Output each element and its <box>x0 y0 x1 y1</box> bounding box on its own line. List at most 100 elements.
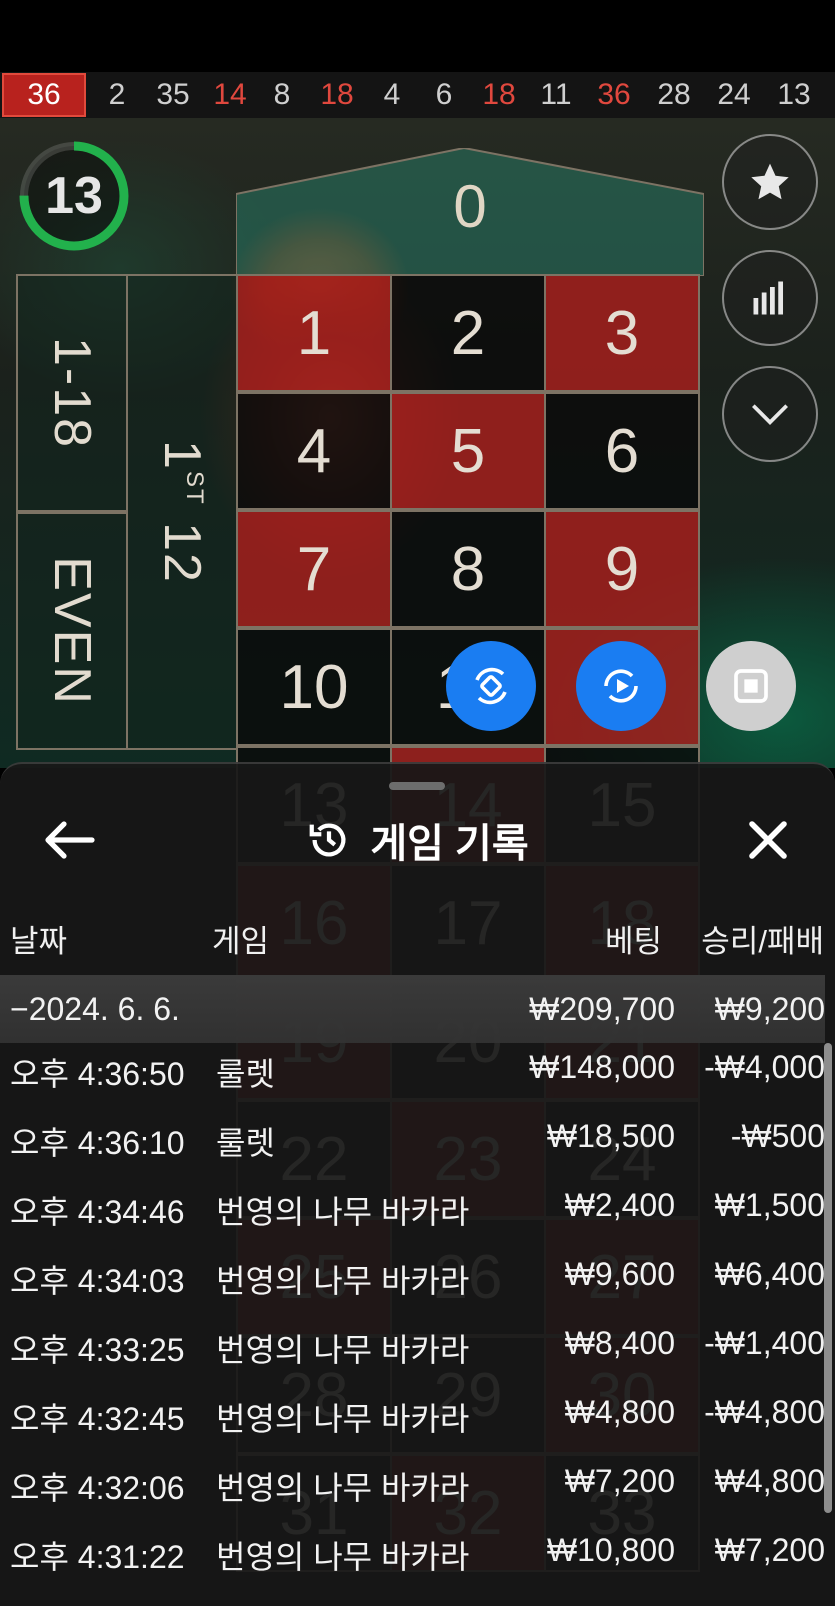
row-bet: ₩18,500 <box>546 1118 675 1154</box>
row-result: -₩4,800 <box>704 1394 825 1430</box>
row-time: 오후 4:34:03 <box>10 1263 185 1299</box>
zero-label: 0 <box>453 173 487 240</box>
column-header-result: 승리/패배 <box>701 924 824 959</box>
row-bet: ₩9,600 <box>564 1256 675 1292</box>
history-number: 8 <box>273 78 291 111</box>
row-result: ₩6,400 <box>714 1256 825 1292</box>
bet-even[interactable]: EVEN <box>16 512 128 750</box>
row-time: 오후 4:36:50 <box>10 1056 185 1092</box>
row-bet: ₩10,800 <box>546 1532 675 1568</box>
history-number: 18 <box>482 78 516 111</box>
date-group-bet: ₩209,700 <box>529 991 675 1027</box>
row-game: 번영의 나무 바카라 <box>216 1332 470 1368</box>
replay-button[interactable] <box>576 641 666 731</box>
row-game: 룰렛 <box>216 1125 275 1161</box>
row-bet: ₩7,200 <box>564 1463 675 1499</box>
collapse-button[interactable] <box>722 366 818 462</box>
date-group-label: −2024. 6. 6. <box>10 991 180 1027</box>
bet-number-label: 8 <box>450 534 486 604</box>
scrollbar[interactable] <box>824 1043 832 1513</box>
history-number: 11 <box>540 78 572 111</box>
autoplay-icon <box>475 667 507 705</box>
row-game: 번영의 나무 바카라 <box>216 1194 470 1230</box>
row-bet: ₩2,400 <box>564 1187 675 1223</box>
history-number: 36 <box>597 78 631 111</box>
bet-number-3[interactable]: 3 <box>544 274 700 392</box>
row-time: 오후 4:36:10 <box>10 1125 185 1161</box>
favorites-button[interactable] <box>722 134 818 230</box>
history-number: 6 <box>435 78 453 111</box>
row-bet: ₩4,800 <box>564 1394 675 1430</box>
bet-number-label: 4 <box>296 416 332 486</box>
bet-number-7[interactable]: 7 <box>236 510 392 628</box>
bet-1-18[interactable]: 1-18 <box>16 274 128 512</box>
bet-number-4[interactable]: 4 <box>236 392 392 510</box>
history-number: 18 <box>320 78 354 111</box>
column-header-date: 날짜 <box>10 924 68 959</box>
history-number: 28 <box>657 78 691 111</box>
row-result: ₩1,500 <box>714 1187 825 1223</box>
row-result: -₩1,400 <box>704 1325 825 1361</box>
status-bar-area <box>0 0 835 72</box>
row-game: 룰렛 <box>216 1056 275 1092</box>
row-game: 번영의 나무 바카라 <box>216 1539 470 1575</box>
bet-number-label: 3 <box>604 298 640 368</box>
bet-number-label: 5 <box>450 416 486 486</box>
row-result: ₩7,200 <box>714 1532 825 1568</box>
row-time: 오후 4:32:45 <box>10 1401 185 1437</box>
history-number: 13 <box>777 78 811 111</box>
row-time: 오후 4:32:06 <box>10 1470 185 1506</box>
history-number: 24 <box>717 78 751 111</box>
bet-number-9[interactable]: 9 <box>544 510 700 628</box>
close-button[interactable] <box>744 816 792 864</box>
autoplay-button[interactable] <box>446 641 536 731</box>
row-game: 번영의 나무 바카라 <box>216 1470 470 1506</box>
countdown-timer-value: 13 <box>45 167 103 225</box>
bet-number-label: 1 <box>296 298 332 368</box>
chevron-down-icon <box>752 404 788 425</box>
bet-first-dozen[interactable]: 1ST 12 <box>126 274 238 750</box>
star-icon <box>751 163 789 200</box>
result-history-strip: 36 2 35 14 8 18 4 6 18 11 36 28 24 13 <box>0 72 835 118</box>
stop-button[interactable] <box>706 641 796 731</box>
date-group-result: ₩9,200 <box>714 991 825 1027</box>
bet-even-label: EVEN <box>43 556 102 706</box>
history-number: 4 <box>383 78 401 111</box>
row-bet: ₩148,000 <box>529 1049 675 1085</box>
row-time: 오후 4:31:22 <box>10 1539 185 1575</box>
sheet-header: 게임 기록 <box>0 812 835 868</box>
sheet-drag-handle[interactable] <box>389 782 445 790</box>
row-game: 번영의 나무 바카라 <box>216 1263 470 1299</box>
column-header-bet: 베팅 <box>604 924 662 959</box>
bet-number-6[interactable]: 6 <box>544 392 700 510</box>
history-number: 14 <box>213 78 247 111</box>
bet-number-label: 9 <box>604 534 640 604</box>
bet-first-dozen-label: 1ST 12 <box>153 440 212 584</box>
row-bet: ₩8,400 <box>564 1325 675 1361</box>
close-icon <box>749 821 787 859</box>
column-header-game: 게임 <box>212 924 270 959</box>
date-group-row[interactable]: −2024. 6. 6. ₩209,700 ₩9,200 <box>0 975 825 1043</box>
bet-number-10[interactable]: 10 <box>236 628 392 746</box>
statistics-button[interactable] <box>722 250 818 346</box>
stop-icon <box>734 669 768 703</box>
row-time: 오후 4:34:46 <box>10 1194 185 1230</box>
bet-number-label: 7 <box>296 534 332 604</box>
history-number: 35 <box>156 78 190 111</box>
history-icon <box>309 823 346 857</box>
bet-1-18-label: 1-18 <box>43 336 102 450</box>
bet-number-label: 6 <box>604 416 640 486</box>
sheet-title: 게임 기록 <box>370 822 529 866</box>
bet-number-5[interactable]: 5 <box>390 392 546 510</box>
bet-number-8[interactable]: 8 <box>390 510 546 628</box>
row-result: ₩4,800 <box>714 1463 825 1499</box>
bet-number-2[interactable]: 2 <box>390 274 546 392</box>
bet-number-1[interactable]: 1 <box>236 274 392 392</box>
row-time: 오후 4:33:25 <box>10 1332 185 1368</box>
history-number: 2 <box>108 78 126 111</box>
row-game: 번영의 나무 바카라 <box>216 1401 470 1437</box>
replay-icon <box>604 669 638 703</box>
row-result: -₩500 <box>730 1118 825 1154</box>
bet-number-label: 2 <box>450 298 486 368</box>
bet-number-label: 10 <box>279 652 349 722</box>
